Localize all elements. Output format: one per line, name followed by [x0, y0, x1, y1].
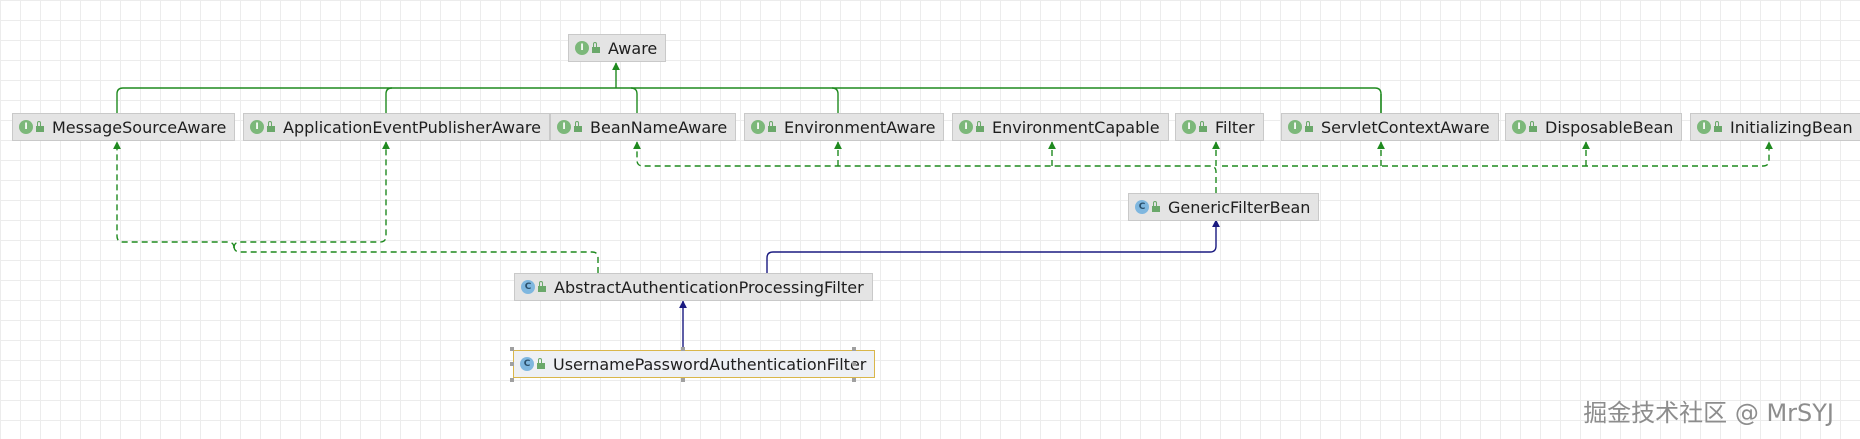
node-label: EnvironmentCapable — [992, 117, 1160, 137]
edge-aapf-extends-gfb — [766, 219, 1220, 273]
node-application-event-publisher-aware[interactable]: I ApplicationEventPublisherAware — [243, 113, 550, 141]
interface-icon: I — [1182, 120, 1207, 134]
edge-message-source-aware-to-aware — [116, 87, 1382, 113]
node-label: UsernamePasswordAuthenticationFilter — [553, 354, 867, 374]
node-disposable-bean[interactable]: I DisposableBean — [1505, 113, 1683, 141]
resize-handle[interactable] — [510, 378, 514, 382]
aapf-implements-edges — [113, 141, 599, 273]
interface-icon: I — [19, 120, 44, 134]
class-icon: C — [521, 280, 546, 294]
node-username-password-authentication-filter[interactable]: C UsernamePasswordAuthenticationFilter — [513, 350, 876, 378]
resize-handle[interactable] — [681, 378, 685, 382]
node-label: EnvironmentAware — [784, 117, 936, 137]
node-label: Filter — [1215, 117, 1255, 137]
node-label: BeanNameAware — [590, 117, 728, 137]
interface-icon: I — [557, 120, 582, 134]
resize-handle[interactable] — [681, 347, 685, 351]
interface-icon: I — [250, 120, 275, 134]
node-aware[interactable]: I Aware — [568, 34, 667, 62]
edge-environment-aware-to-aware — [831, 87, 839, 113]
interface-icon: I — [1288, 120, 1313, 134]
node-bean-name-aware[interactable]: I BeanNameAware — [550, 113, 737, 141]
node-message-source-aware[interactable]: I MessageSourceAware — [12, 113, 236, 141]
node-label: DisposableBean — [1545, 117, 1674, 137]
node-servlet-context-aware[interactable]: I ServletContextAware — [1281, 113, 1499, 141]
node-label: InitializingBean — [1730, 117, 1853, 137]
edge-gfb-to-initializing-bean — [1222, 141, 1773, 167]
edge-gfb-trunk — [633, 141, 1217, 193]
node-label: ApplicationEventPublisherAware — [283, 117, 541, 137]
node-label: AbstractAuthenticationProcessingFilter — [554, 277, 864, 297]
inheritance-edges — [113, 62, 1773, 350]
watermark: 掘金技术社区 @ MrSYJ — [1583, 399, 1834, 427]
node-generic-filter-bean[interactable]: C GenericFilterBean — [1128, 193, 1320, 221]
aware-extends-edges — [116, 62, 1382, 113]
interface-icon: I — [1512, 120, 1537, 134]
resize-handle[interactable] — [510, 347, 514, 351]
resize-handle[interactable] — [852, 378, 856, 382]
generic-filter-bean-implements-edges — [633, 141, 1773, 193]
class-icon: C — [1135, 200, 1160, 214]
node-filter[interactable]: I Filter — [1175, 113, 1264, 141]
node-environment-aware[interactable]: I EnvironmentAware — [744, 113, 945, 141]
edge-bean-name-aware-to-aware — [630, 87, 638, 113]
node-label: Aware — [608, 38, 658, 58]
class-icon: C — [520, 357, 545, 371]
resize-handle[interactable] — [852, 347, 856, 351]
node-abstract-authentication-processing-filter[interactable]: C AbstractAuthenticationProcessingFilter — [514, 273, 873, 301]
node-label: ServletContextAware — [1321, 117, 1490, 137]
interface-icon: I — [575, 41, 600, 55]
node-label: MessageSourceAware — [52, 117, 227, 137]
resize-handle[interactable] — [510, 362, 514, 366]
node-label: GenericFilterBean — [1168, 197, 1311, 217]
resize-handle[interactable] — [852, 362, 856, 366]
interface-icon: I — [751, 120, 776, 134]
edge-aapf-to-message-source-aware — [113, 141, 235, 249]
edge-aapf-trunk — [233, 245, 599, 273]
interface-icon: I — [959, 120, 984, 134]
edge-aapf-to-application-event-publisher-aware — [233, 141, 390, 249]
node-initializing-bean[interactable]: I InitializingBean — [1690, 113, 1860, 141]
node-environment-capable[interactable]: I EnvironmentCapable — [952, 113, 1169, 141]
edge-application-event-publisher-aware-to-aware — [385, 87, 393, 113]
interface-icon: I — [1697, 120, 1722, 134]
